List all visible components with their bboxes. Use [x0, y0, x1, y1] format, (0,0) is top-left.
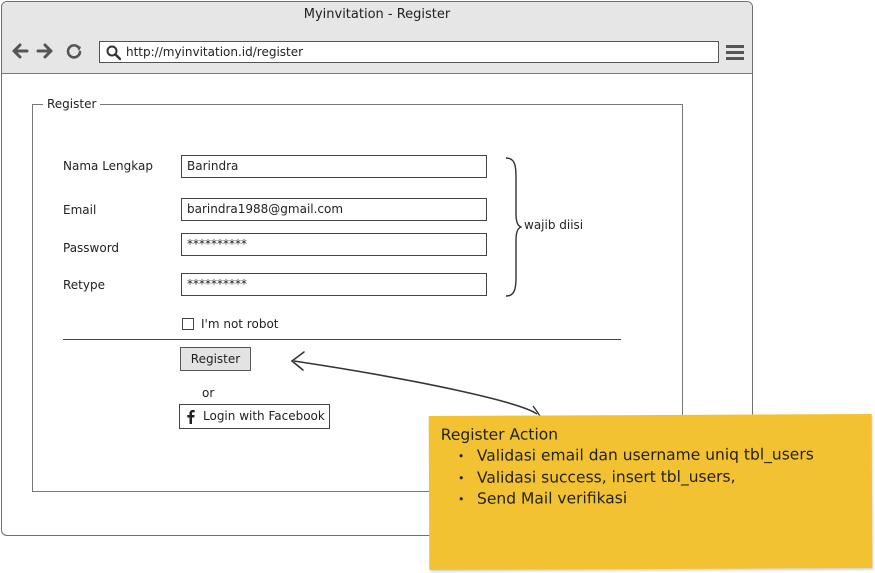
nama-lengkap-label: Nama Lengkap — [63, 159, 153, 173]
form-divider — [63, 339, 621, 340]
email-label: Email — [63, 203, 97, 217]
facebook-icon — [187, 410, 195, 424]
forward-arrow-icon[interactable] — [36, 43, 54, 59]
sticky-note-item: Validasi success, insert tbl_users, — [441, 466, 814, 489]
retype-label: Retype — [63, 278, 105, 292]
password-field[interactable]: ********** — [181, 233, 487, 256]
retype-field[interactable]: ********** — [181, 273, 487, 296]
register-button[interactable]: Register — [180, 347, 251, 371]
login-facebook-label: Login with Facebook — [203, 409, 325, 423]
not-robot-checkbox[interactable] — [182, 318, 194, 330]
sticky-note-list: Validasi email dan username uniq tbl_use… — [441, 444, 814, 510]
sticky-note-title: Register Action — [440, 425, 559, 444]
login-facebook-button[interactable]: Login with Facebook — [179, 404, 330, 429]
sticky-note: Register Action Validasi email dan usern… — [428, 414, 873, 570]
address-bar[interactable]: http://myinvitation.id/register — [99, 41, 719, 63]
or-text: or — [202, 386, 215, 400]
reload-icon[interactable] — [65, 43, 83, 59]
sticky-note-item: Validasi email dan username uniq tbl_use… — [441, 444, 814, 467]
hamburger-menu-icon[interactable] — [726, 44, 744, 60]
back-arrow-icon[interactable] — [11, 43, 29, 59]
sticky-note-item: Send Mail verifikasi — [441, 487, 814, 510]
not-robot-label: I'm not robot — [201, 317, 279, 331]
required-note-label: wajib diisi — [524, 218, 584, 232]
search-icon — [106, 45, 121, 60]
window-title: Myinvitation - Register — [2, 2, 752, 30]
browser-toolbar: http://myinvitation.id/register — [2, 29, 752, 74]
register-legend: Register — [47, 97, 97, 111]
url-text: http://myinvitation.id/register — [126, 45, 304, 59]
nama-lengkap-field[interactable]: Barindra — [181, 155, 487, 178]
password-label: Password — [63, 241, 120, 255]
curly-brace-annotation — [505, 157, 522, 297]
email-field[interactable]: barindra1988@gmail.com — [181, 198, 487, 221]
